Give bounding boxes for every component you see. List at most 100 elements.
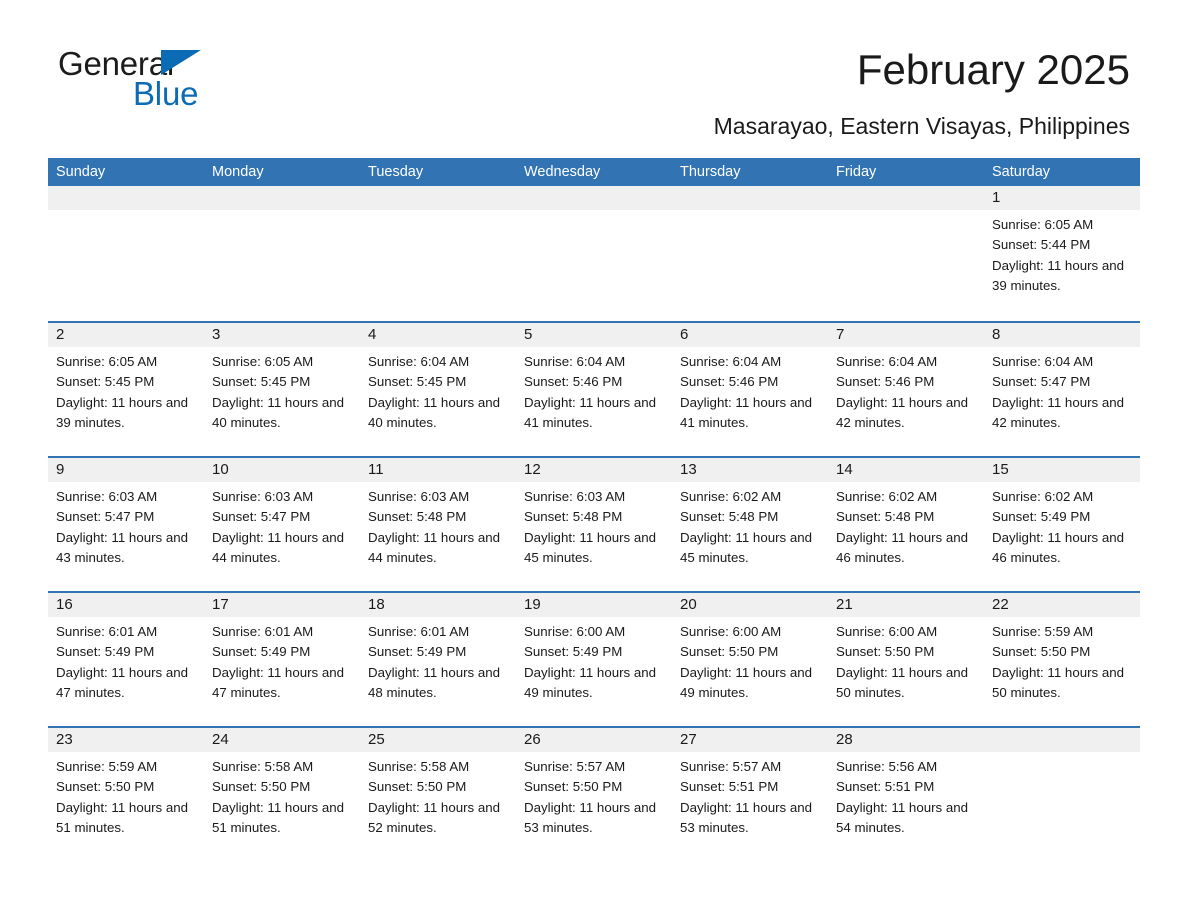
day-details: Sunrise: 6:02 AM Sunset: 5:49 PM Dayligh… (984, 482, 1140, 568)
day-details: Sunrise: 6:04 AM Sunset: 5:46 PM Dayligh… (516, 347, 672, 433)
day-number-strip: 6 (672, 323, 828, 347)
daylight-text: Daylight: 11 hours and 51 minutes. (56, 799, 189, 835)
calendar-day-cell[interactable]: 14 Sunrise: 6:02 AM Sunset: 5:48 PM Dayl… (828, 456, 984, 591)
day-details: Sunrise: 6:04 AM Sunset: 5:47 PM Dayligh… (984, 347, 1140, 433)
calendar-day-cell (48, 186, 204, 321)
day-number-strip (672, 186, 828, 210)
calendar-day-cell[interactable]: 16 Sunrise: 6:01 AM Sunset: 5:49 PM Dayl… (48, 591, 204, 726)
page-header: General Blue February 2025 Masarayao, Ea… (48, 0, 1140, 139)
daylight-text: Daylight: 11 hours and 40 minutes. (212, 394, 345, 430)
sunrise-text: Sunrise: 6:05 AM (212, 354, 314, 369)
daylight-text: Daylight: 11 hours and 44 minutes. (368, 529, 501, 565)
daylight-text: Daylight: 11 hours and 45 minutes. (524, 529, 657, 565)
calendar-day-cell[interactable]: 23 Sunrise: 5:59 AM Sunset: 5:50 PM Dayl… (48, 726, 204, 861)
day-number: 14 (836, 461, 853, 478)
daylight-text: Daylight: 11 hours and 51 minutes. (212, 799, 345, 835)
weekday-header-sunday: Sunday (56, 164, 106, 180)
calendar-day-cell[interactable]: 21 Sunrise: 6:00 AM Sunset: 5:50 PM Dayl… (828, 591, 984, 726)
sunrise-text: Sunrise: 6:04 AM (836, 354, 938, 369)
daylight-text: Daylight: 11 hours and 43 minutes. (56, 529, 189, 565)
sunset-text: Sunset: 5:47 PM (992, 374, 1091, 390)
sunrise-text: Sunrise: 6:00 AM (524, 624, 626, 639)
day-number: 19 (524, 596, 541, 613)
sunrise-text: Sunrise: 6:01 AM (212, 624, 314, 639)
sunrise-text: Sunrise: 6:04 AM (368, 354, 470, 369)
day-number: 8 (992, 326, 1001, 343)
calendar-day-cell[interactable]: 19 Sunrise: 6:00 AM Sunset: 5:49 PM Dayl… (516, 591, 672, 726)
calendar-week-row: 16 Sunrise: 6:01 AM Sunset: 5:49 PM Dayl… (48, 591, 1140, 726)
page-title: February 2025 (856, 46, 1130, 93)
day-number: 6 (680, 326, 689, 343)
calendar-day-cell[interactable]: 11 Sunrise: 6:03 AM Sunset: 5:48 PM Dayl… (360, 456, 516, 591)
day-number: 18 (368, 596, 385, 613)
calendar-day-cell[interactable]: 1 Sunrise: 6:05 AM Sunset: 5:44 PM Dayli… (984, 186, 1140, 321)
calendar-day-cell[interactable]: 18 Sunrise: 6:01 AM Sunset: 5:49 PM Dayl… (360, 591, 516, 726)
day-details: Sunrise: 6:02 AM Sunset: 5:48 PM Dayligh… (828, 482, 984, 568)
day-number-strip: 20 (672, 593, 828, 617)
day-details: Sunrise: 5:57 AM Sunset: 5:50 PM Dayligh… (516, 752, 672, 838)
weekday-header-thursday: Thursday (680, 164, 741, 180)
day-number-strip: 18 (360, 593, 516, 617)
sunset-text: Sunset: 5:50 PM (368, 779, 467, 795)
day-number-strip: 9 (48, 458, 204, 482)
calendar-day-cell[interactable]: 20 Sunrise: 6:00 AM Sunset: 5:50 PM Dayl… (672, 591, 828, 726)
calendar-day-cell[interactable]: 9 Sunrise: 6:03 AM Sunset: 5:47 PM Dayli… (48, 456, 204, 591)
sunset-text: Sunset: 5:50 PM (836, 644, 935, 660)
day-number-strip: 24 (204, 728, 360, 752)
day-number-strip: 12 (516, 458, 672, 482)
day-number-strip: 11 (360, 458, 516, 482)
calendar-day-cell[interactable]: 7 Sunrise: 6:04 AM Sunset: 5:46 PM Dayli… (828, 321, 984, 456)
calendar-day-cell[interactable]: 6 Sunrise: 6:04 AM Sunset: 5:46 PM Dayli… (672, 321, 828, 456)
day-details: Sunrise: 6:03 AM Sunset: 5:48 PM Dayligh… (516, 482, 672, 568)
calendar-day-cell[interactable]: 17 Sunrise: 6:01 AM Sunset: 5:49 PM Dayl… (204, 591, 360, 726)
calendar-day-cell[interactable]: 26 Sunrise: 5:57 AM Sunset: 5:50 PM Dayl… (516, 726, 672, 861)
sunset-text: Sunset: 5:49 PM (368, 644, 467, 660)
daylight-text: Daylight: 11 hours and 44 minutes. (212, 529, 345, 565)
calendar-day-cell[interactable]: 3 Sunrise: 6:05 AM Sunset: 5:45 PM Dayli… (204, 321, 360, 456)
calendar-day-cell[interactable]: 12 Sunrise: 6:03 AM Sunset: 5:48 PM Dayl… (516, 456, 672, 591)
calendar-day-cell[interactable]: 4 Sunrise: 6:04 AM Sunset: 5:45 PM Dayli… (360, 321, 516, 456)
sunrise-text: Sunrise: 6:02 AM (992, 489, 1094, 504)
day-details: Sunrise: 6:01 AM Sunset: 5:49 PM Dayligh… (48, 617, 204, 703)
sunset-text: Sunset: 5:47 PM (212, 509, 311, 525)
day-details: Sunrise: 6:04 AM Sunset: 5:45 PM Dayligh… (360, 347, 516, 433)
day-details: Sunrise: 5:58 AM Sunset: 5:50 PM Dayligh… (204, 752, 360, 838)
day-details: Sunrise: 6:01 AM Sunset: 5:49 PM Dayligh… (204, 617, 360, 703)
calendar-day-cell[interactable]: 8 Sunrise: 6:04 AM Sunset: 5:47 PM Dayli… (984, 321, 1140, 456)
day-details: Sunrise: 5:57 AM Sunset: 5:51 PM Dayligh… (672, 752, 828, 838)
daylight-text: Daylight: 11 hours and 42 minutes. (836, 394, 969, 430)
sunrise-text: Sunrise: 6:03 AM (212, 489, 314, 504)
calendar-day-cell[interactable]: 28 Sunrise: 5:56 AM Sunset: 5:51 PM Dayl… (828, 726, 984, 861)
calendar-day-cell[interactable]: 13 Sunrise: 6:02 AM Sunset: 5:48 PM Dayl… (672, 456, 828, 591)
calendar-day-cell[interactable]: 10 Sunrise: 6:03 AM Sunset: 5:47 PM Dayl… (204, 456, 360, 591)
logo-text-blue: Blue (133, 75, 199, 112)
day-number-strip: 22 (984, 593, 1140, 617)
sunset-text: Sunset: 5:51 PM (680, 779, 779, 795)
calendar-day-cell (672, 186, 828, 321)
sunrise-text: Sunrise: 6:05 AM (56, 354, 158, 369)
calendar-day-cell[interactable]: 27 Sunrise: 5:57 AM Sunset: 5:51 PM Dayl… (672, 726, 828, 861)
daylight-text: Daylight: 11 hours and 41 minutes. (524, 394, 657, 430)
day-details: Sunrise: 6:05 AM Sunset: 5:44 PM Dayligh… (984, 210, 1140, 296)
sunset-text: Sunset: 5:44 PM (992, 237, 1091, 253)
day-number-strip: 28 (828, 728, 984, 752)
sunrise-text: Sunrise: 6:00 AM (836, 624, 938, 639)
day-details: Sunrise: 5:59 AM Sunset: 5:50 PM Dayligh… (48, 752, 204, 838)
calendar-day-cell[interactable]: 24 Sunrise: 5:58 AM Sunset: 5:50 PM Dayl… (204, 726, 360, 861)
day-number-strip: 2 (48, 323, 204, 347)
day-details: Sunrise: 6:05 AM Sunset: 5:45 PM Dayligh… (48, 347, 204, 433)
day-number: 13 (680, 461, 697, 478)
sunrise-text: Sunrise: 6:00 AM (680, 624, 782, 639)
day-details: Sunrise: 5:58 AM Sunset: 5:50 PM Dayligh… (360, 752, 516, 838)
day-details: Sunrise: 6:04 AM Sunset: 5:46 PM Dayligh… (672, 347, 828, 433)
calendar-day-cell[interactable]: 15 Sunrise: 6:02 AM Sunset: 5:49 PM Dayl… (984, 456, 1140, 591)
calendar-day-cell[interactable]: 22 Sunrise: 5:59 AM Sunset: 5:50 PM Dayl… (984, 591, 1140, 726)
day-number-strip: 10 (204, 458, 360, 482)
sunrise-text: Sunrise: 5:57 AM (680, 759, 782, 774)
day-number: 26 (524, 731, 541, 748)
calendar-day-cell[interactable]: 5 Sunrise: 6:04 AM Sunset: 5:46 PM Dayli… (516, 321, 672, 456)
calendar-day-cell[interactable]: 25 Sunrise: 5:58 AM Sunset: 5:50 PM Dayl… (360, 726, 516, 861)
day-number-strip (828, 186, 984, 210)
logo-generalblue[interactable]: General Blue (58, 47, 318, 117)
calendar-day-cell[interactable]: 2 Sunrise: 6:05 AM Sunset: 5:45 PM Dayli… (48, 321, 204, 456)
